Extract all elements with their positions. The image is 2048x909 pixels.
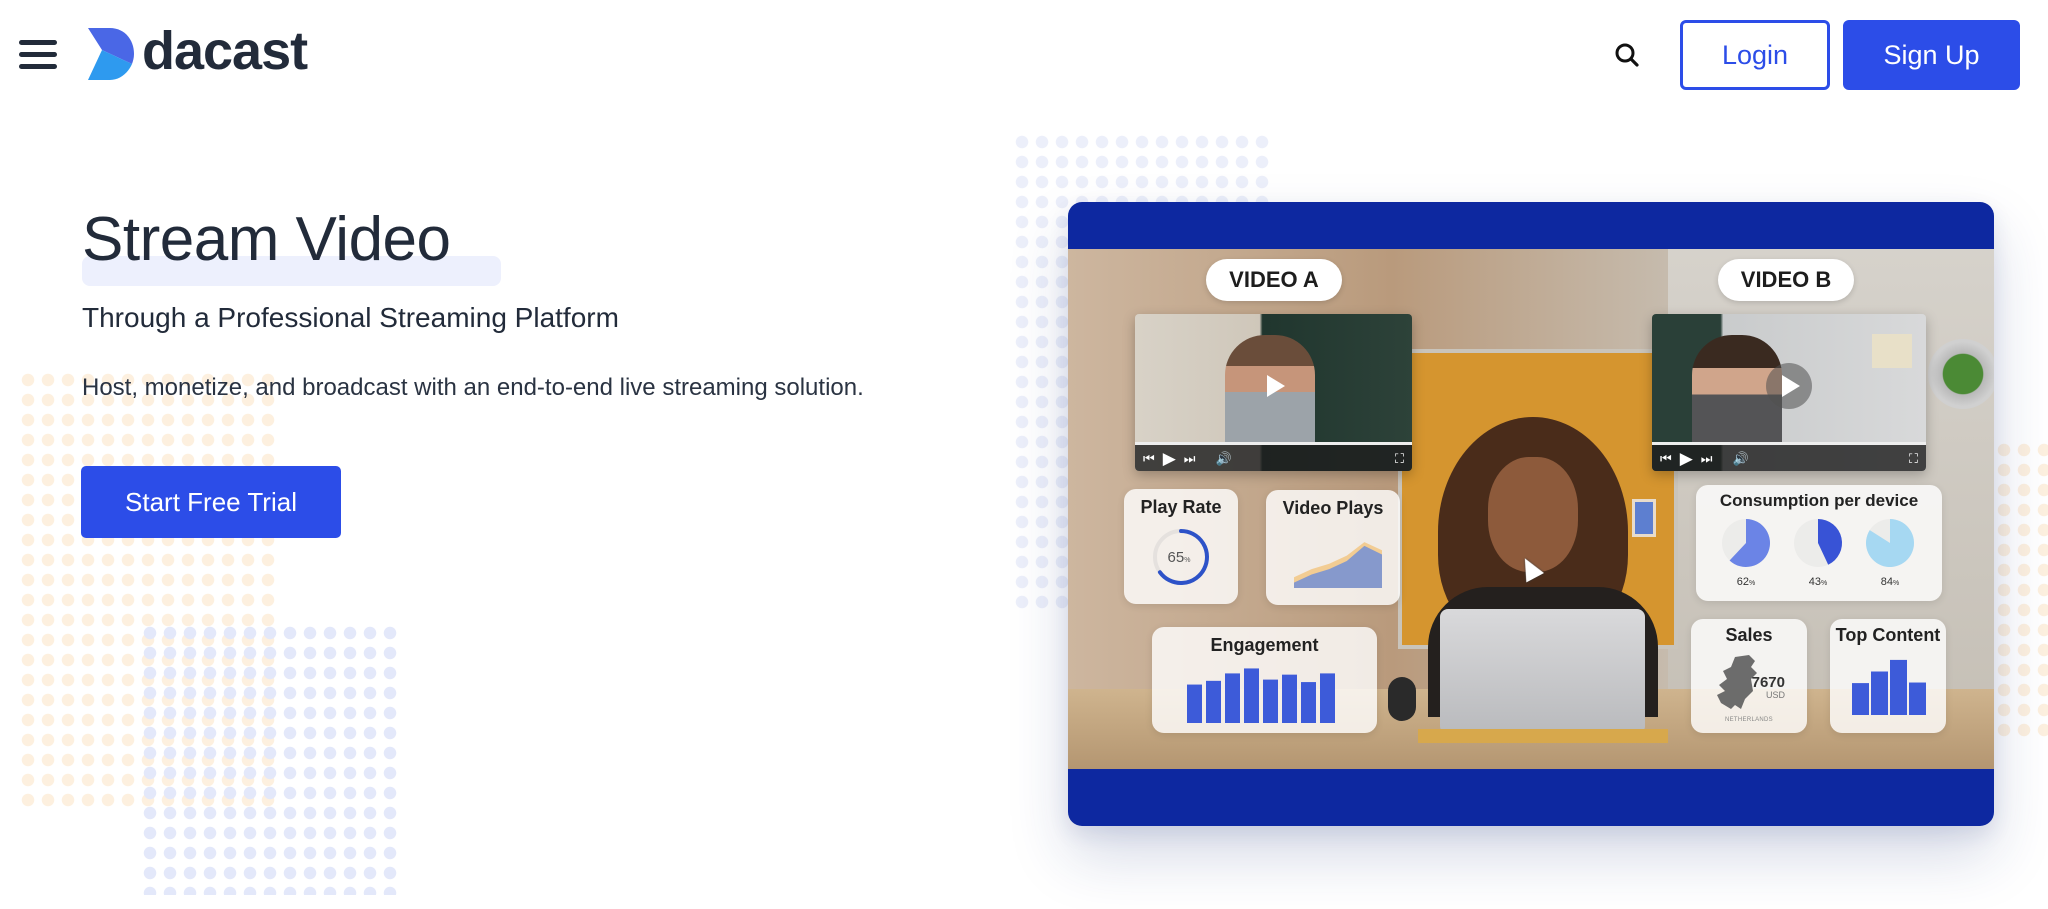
- top-content-bar: [1909, 682, 1926, 715]
- video-a-label: VIDEO A: [1206, 259, 1342, 301]
- site-header: dacast Login Sign Up: [0, 0, 2048, 110]
- consumption-pie-charts: 62% 43% 84%: [1722, 519, 1914, 588]
- skip-back-icon[interactable]: ⏮: [1660, 452, 1672, 465]
- play-icon[interactable]: ▶: [1680, 450, 1693, 467]
- progress-bar[interactable]: [1135, 442, 1412, 445]
- hamburger-menu-icon[interactable]: [19, 40, 57, 70]
- engagement-bar: [1206, 680, 1221, 723]
- sales-currency: USD: [1766, 690, 1786, 700]
- sales-value: 7670: [1752, 674, 1785, 691]
- video-plays-area-chart: [1294, 542, 1382, 588]
- video-scene: VIDEO A ⏮ ▶ ⏭ 🔊 ⛶ VIDEO B ⏮ ▶ ⏭ 🔊 ⛶ Play…: [1068, 249, 1994, 769]
- engagement-bar: [1187, 684, 1202, 723]
- video-a-player[interactable]: ⏮ ▶ ⏭ 🔊 ⛶: [1135, 314, 1412, 471]
- player-controls: ⏮ ▶ ⏭ 🔊 ⛶: [1135, 442, 1412, 471]
- play-icon[interactable]: [1766, 363, 1812, 410]
- pie-label: 84%: [1881, 576, 1899, 588]
- play-rate-card: Play Rate 65%: [1124, 489, 1238, 604]
- engagement-bar: [1225, 673, 1240, 723]
- start-free-trial-button[interactable]: Start Free Trial: [81, 466, 341, 538]
- engagement-bar: [1263, 679, 1278, 723]
- scene-laptop-stand: [1418, 729, 1668, 743]
- engagement-bar: [1282, 674, 1297, 723]
- video-b-label: VIDEO B: [1718, 259, 1854, 301]
- engagement-card: Engagement: [1152, 627, 1377, 733]
- skip-forward-icon[interactable]: ⏭: [1184, 452, 1196, 465]
- volume-icon[interactable]: 🔊: [1732, 452, 1748, 465]
- scene-plant: [1928, 339, 1994, 409]
- hero-subtitle: Through a Professional Streaming Platfor…: [82, 302, 619, 333]
- hero-description: Host, monetize, and broadcast with an en…: [82, 374, 864, 401]
- video-plays-card: Video Plays: [1266, 490, 1400, 605]
- sales-country: NETHERLANDS: [1725, 717, 1773, 723]
- engagement-bar-chart: [1187, 668, 1335, 723]
- skip-back-icon[interactable]: ⏮: [1143, 452, 1155, 465]
- play-icon[interactable]: [1251, 363, 1297, 409]
- signup-button[interactable]: Sign Up: [1843, 20, 2020, 90]
- brand-name: dacast: [142, 21, 308, 81]
- top-content-bar: [1890, 659, 1907, 715]
- search-icon[interactable]: [1612, 40, 1642, 70]
- top-content-bar: [1852, 683, 1869, 715]
- fullscreen-icon[interactable]: ⛶: [1909, 452, 1918, 465]
- sales-card: Sales 7670 USD NETHERLANDS: [1691, 619, 1807, 733]
- sales-map: 7670 USD NETHERLANDS: [1717, 655, 1786, 723]
- dacast-logo-mark-icon: [88, 28, 134, 80]
- top-content-card: Top Content: [1830, 619, 1946, 733]
- hero-video-panel[interactable]: VIDEO A ⏮ ▶ ⏭ 🔊 ⛶ VIDEO B ⏮ ▶ ⏭ 🔊 ⛶ Play…: [1068, 202, 1994, 826]
- login-button[interactable]: Login: [1680, 20, 1830, 90]
- decorative-dots-blue: [140, 623, 400, 895]
- hero-title-block: Stream Video: [82, 204, 501, 286]
- engagement-bar: [1320, 673, 1335, 723]
- play-rate-value: 65%: [1168, 549, 1191, 566]
- fullscreen-icon[interactable]: ⛶: [1395, 452, 1404, 465]
- play-icon[interactable]: ▶: [1163, 450, 1176, 467]
- top-content-bar-chart: [1852, 659, 1926, 715]
- video-b-player[interactable]: ⏮ ▶ ⏭ 🔊 ⛶: [1652, 314, 1926, 471]
- hero-title: Stream Video: [82, 205, 451, 274]
- video-plays-series-front: [1294, 545, 1382, 588]
- scene-mouse: [1388, 677, 1416, 721]
- pie-label: 62%: [1737, 576, 1755, 588]
- top-content-bar: [1871, 671, 1888, 715]
- pie-label: 43%: [1809, 576, 1827, 588]
- consumption-per-device-card: Consumption per device 62% 43% 84%: [1696, 485, 1942, 601]
- volume-icon[interactable]: 🔊: [1215, 452, 1231, 465]
- skip-forward-icon[interactable]: ⏭: [1701, 452, 1713, 465]
- player-controls: ⏮ ▶ ⏭ 🔊 ⛶: [1652, 442, 1926, 471]
- progress-bar[interactable]: [1652, 442, 1926, 445]
- dacast-logo[interactable]: dacast: [86, 21, 308, 82]
- play-rate-gauge: 65%: [1153, 529, 1209, 585]
- scene-laptop: [1440, 609, 1645, 734]
- engagement-bar: [1301, 682, 1316, 723]
- engagement-bar: [1244, 668, 1259, 723]
- decorative-dots-orange-right: [1994, 440, 2048, 740]
